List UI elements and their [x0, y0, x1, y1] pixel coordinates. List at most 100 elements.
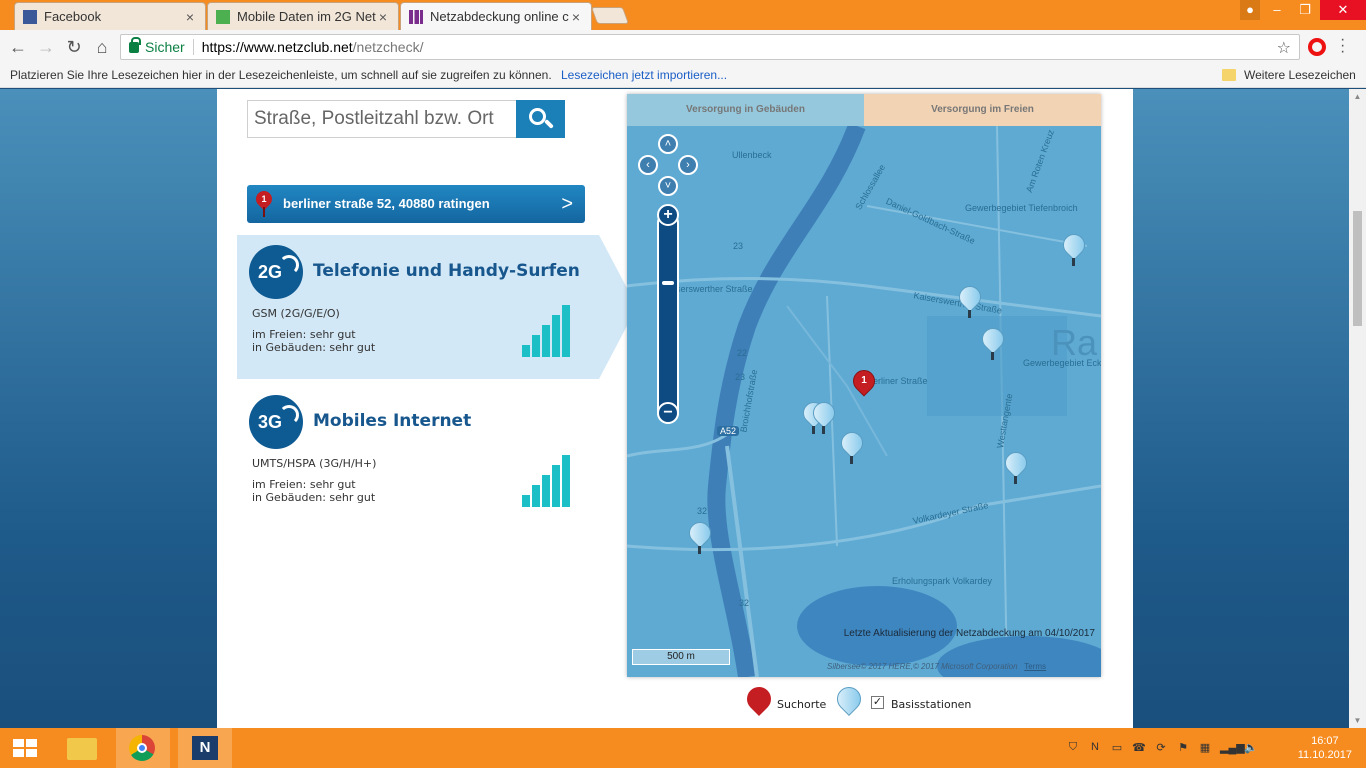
taskbar-chrome[interactable] [116, 728, 170, 768]
document-icon [216, 9, 230, 24]
indoor-quality: in Gebäuden: sehr gut [252, 491, 376, 504]
taskbar-explorer[interactable] [55, 728, 109, 768]
signal-bars-icon [522, 455, 576, 507]
signal-bar [542, 325, 550, 357]
close-icon[interactable]: × [376, 9, 390, 25]
pan-left-icon[interactable]: ‹ [638, 155, 658, 175]
map-scale-bar: 500 m [632, 649, 730, 665]
secure-label: Sicher [145, 39, 185, 55]
taskbar: N ⛉ N ▭ ☎ ⟳ ⚑ ▦ ▂▄▆ 🔈 16:07 11.10.2017 [0, 728, 1366, 768]
map-canvas[interactable]: Ullenbeck Schlossallee Daniel-Goldbach-S… [627, 126, 1101, 677]
base-station-marker-tail [850, 456, 853, 464]
back-button[interactable]: ← [6, 35, 30, 59]
tab-title: Mobile Daten im 2G Netz [237, 9, 376, 24]
clock-time: 16:07 [1311, 735, 1339, 747]
scroll-thumb[interactable] [1353, 211, 1362, 326]
zoom-slider[interactable] [657, 212, 679, 424]
coverage-card-3g[interactable]: 3G Mobiles Internet UMTS/HSPA (3G/H/H+) … [237, 385, 617, 529]
page-scrollbar[interactable]: ▲ ▼ [1349, 89, 1366, 728]
scroll-down-icon[interactable]: ▼ [1353, 716, 1362, 725]
search-button[interactable] [516, 100, 565, 138]
map-label: 32 [739, 598, 750, 608]
legend-searched-label: Suchorte [777, 698, 827, 711]
address-result-button[interactable]: 1 berliner straße 52, 40880 ratingen > [247, 185, 585, 223]
menu-icon[interactable]: · · · [1340, 32, 1345, 60]
card-title: Mobiles Internet [313, 411, 472, 431]
tab-mobile-daten[interactable]: Mobile Daten im 2G Netz × [207, 2, 399, 30]
pan-down-icon[interactable]: ˅ [658, 176, 678, 196]
minimize-button[interactable]: – [1262, 0, 1292, 20]
legend-stations-label: Basisstationen [891, 698, 972, 711]
network-signal-icon[interactable]: ▂▄▆ [1220, 741, 1245, 755]
opera-icon[interactable] [1308, 38, 1326, 56]
page-background: Straße, Postleitzahl bzw. Ort 1 berliner… [0, 89, 1366, 728]
map-label: Berliner Straße [867, 376, 928, 386]
coverage-map[interactable]: Versorgung in Gebäuden Versorgung im Fre… [627, 94, 1101, 677]
close-icon[interactable]: × [569, 9, 583, 25]
zoom-in-button[interactable]: + [657, 204, 679, 226]
system-tray: ⛉ N ▭ ☎ ⟳ ⚑ ▦ ▂▄▆ 🔈 16:07 11.10.2017 [1066, 728, 1366, 768]
stations-checkbox[interactable]: ✓ [871, 696, 884, 709]
pan-up-icon[interactable]: ˄ [658, 134, 678, 154]
flag-icon[interactable]: ⚑ [1176, 741, 1190, 755]
system-clock[interactable]: 16:07 11.10.2017 [1298, 734, 1352, 762]
url-path: /netzcheck/ [352, 39, 424, 55]
sync-icon[interactable]: ⟳ [1154, 741, 1168, 755]
facebook-icon [23, 9, 37, 24]
clock-date: 11.10.2017 [1297, 749, 1352, 761]
base-station-marker-tail [968, 310, 971, 318]
zoom-out-button[interactable]: − [657, 402, 679, 424]
volume-icon[interactable]: 🔈 [1244, 741, 1258, 755]
close-icon[interactable]: × [183, 9, 197, 25]
home-button[interactable]: ⌂ [90, 35, 114, 59]
device-icon[interactable]: ▦ [1198, 741, 1212, 755]
map-tabs: Versorgung in Gebäuden Versorgung im Fre… [627, 94, 1101, 126]
address-bar[interactable]: Sicher https://www.netzclub.net /netzche… [120, 34, 1300, 60]
phone-icon[interactable]: ☎ [1132, 741, 1146, 755]
map-legend: Suchorte ✓ Basisstationen [742, 682, 1007, 723]
pan-right-icon[interactable]: › [678, 155, 698, 175]
tab-indoor-coverage[interactable]: Versorgung in Gebäuden [627, 94, 864, 126]
indoor-quality: in Gebäuden: sehr gut [252, 341, 376, 354]
close-window-button[interactable]: ✕ [1320, 0, 1366, 20]
shield-icon[interactable]: ⛉ [1066, 741, 1080, 755]
restore-button[interactable]: ❐ [1290, 0, 1320, 20]
taskbar-netzclub-app[interactable]: N [178, 728, 232, 768]
base-station-icon [832, 682, 866, 716]
start-button[interactable] [0, 728, 54, 768]
netzclub-tray-icon[interactable]: N [1088, 741, 1102, 755]
scroll-up-icon[interactable]: ▲ [1353, 92, 1362, 101]
signal-bar [562, 305, 570, 357]
coverage-card-2g[interactable]: 2G Telefonie und Handy-Surfen GSM (2G/G/… [237, 235, 637, 379]
windows-icon [13, 739, 39, 758]
signal-bar [522, 345, 530, 357]
lock-icon [129, 36, 141, 53]
tab-facebook[interactable]: Facebook × [14, 2, 206, 30]
other-bookmarks[interactable]: Weitere Lesezeichen [1244, 64, 1356, 86]
signal-bar [522, 495, 530, 507]
url-domain: https://www.netzclub.net [201, 39, 353, 55]
monitor-icon[interactable]: ▭ [1110, 741, 1124, 755]
search-input[interactable]: Straße, Postleitzahl bzw. Ort [247, 100, 517, 138]
reload-button[interactable]: ↻ [62, 35, 86, 59]
map-label: Gewerbegebiet Tiefenbroich [965, 203, 1078, 213]
wave-icon [279, 405, 299, 425]
import-bookmarks-link[interactable]: Lesezeichen jetzt importieren... [561, 68, 727, 82]
signal-bar [552, 315, 560, 357]
map-label: A52 [717, 426, 740, 436]
search-icon-handle [544, 119, 554, 129]
map-label: Ra [1051, 322, 1098, 363]
terms-link[interactable]: Terms [1024, 662, 1046, 671]
new-tab-button[interactable] [590, 7, 630, 24]
forward-button[interactable]: → [34, 35, 58, 59]
tab-outdoor-coverage[interactable]: Versorgung im Freien [864, 94, 1101, 126]
user-icon[interactable]: ● [1240, 0, 1260, 20]
card-title: Telefonie und Handy-Surfen [313, 261, 580, 281]
zoom-handle[interactable] [662, 281, 674, 285]
base-station-marker-tail [1014, 476, 1017, 484]
star-icon[interactable]: ☆ [1277, 38, 1291, 58]
pin-number: 1 [861, 375, 867, 386]
tab-netzabdeckung[interactable]: Netzabdeckung online che × [400, 2, 592, 30]
secure-indicator[interactable]: Sicher [129, 36, 185, 55]
3g-badge-icon: 3G [249, 395, 303, 449]
